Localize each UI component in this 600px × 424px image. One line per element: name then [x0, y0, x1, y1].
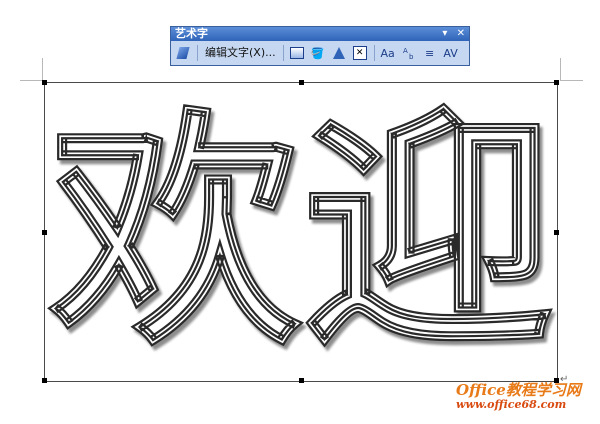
- same-letter-heights-button[interactable]: Aa: [378, 43, 398, 63]
- toolbar-separator: [373, 45, 375, 61]
- resize-handle-bottom[interactable]: [299, 378, 304, 383]
- svg-text:b: b: [409, 53, 414, 60]
- wordart-text: 欢迎: [48, 88, 554, 379]
- toolbar-title: 艺术字: [175, 27, 208, 40]
- text-wrapping-button[interactable]: ✕: [350, 43, 370, 63]
- toolbar-separator: [197, 45, 198, 61]
- toolbar-separator: [282, 45, 284, 61]
- wordart-object-frame[interactable]: 欢迎: [42, 80, 559, 383]
- insert-wordart-icon: [176, 47, 190, 59]
- character-spacing-button[interactable]: AV: [441, 43, 461, 63]
- insert-wordart-button[interactable]: [173, 43, 193, 63]
- toolbar-options-icon[interactable]: ▾: [442, 28, 447, 39]
- watermark-url: www.office68.com: [456, 398, 567, 411]
- paint-bucket-icon: 🪣: [310, 46, 325, 60]
- format-wordart-button[interactable]: 🪣: [308, 43, 328, 63]
- edit-text-button[interactable]: 编辑文字(X)...: [201, 43, 280, 63]
- wordart-gallery-button[interactable]: [287, 43, 307, 63]
- wordart-toolbar: 艺术字 ▾ ✕ 编辑文字(X)... 🪣 ✕ Aa Ab ≡ AV: [170, 26, 470, 66]
- page-margin-mark-left: [20, 58, 43, 81]
- toolbar-titlebar[interactable]: 艺术字 ▾ ✕: [171, 27, 469, 41]
- wordart-graphic: 欢迎: [47, 86, 555, 379]
- text-wrapping-icon: ✕: [352, 46, 367, 60]
- resize-handle-top[interactable]: [299, 80, 304, 85]
- watermark: Office教程学习网 www.office68.com: [456, 382, 596, 411]
- resize-handle-right[interactable]: [554, 230, 559, 235]
- vertical-text-icon: Ab: [403, 47, 414, 60]
- resize-handle-bottom-left[interactable]: [42, 378, 47, 383]
- resize-handle-top-right[interactable]: [554, 80, 559, 85]
- wordart-shape-button[interactable]: [329, 43, 349, 63]
- shape-icon: [332, 47, 345, 59]
- alignment-button[interactable]: ≡: [420, 43, 440, 63]
- svg-text:A: A: [403, 47, 408, 55]
- gallery-icon: [289, 47, 304, 59]
- vertical-text-button[interactable]: Ab: [399, 43, 419, 63]
- toolbar-close-icon[interactable]: ✕: [457, 28, 465, 39]
- resize-handle-top-left[interactable]: [42, 80, 47, 85]
- page-margin-mark-right: [560, 58, 583, 81]
- watermark-title: Office教程学习网: [456, 381, 581, 399]
- resize-handle-left[interactable]: [42, 230, 47, 235]
